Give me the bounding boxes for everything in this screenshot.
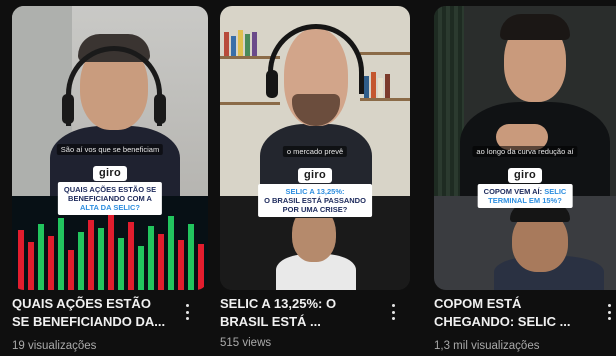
giro-logo: giro (508, 168, 542, 183)
thumbnail-bookshelf-frame: o mercado prevê giro (220, 6, 410, 196)
kebab-icon[interactable] (182, 304, 192, 320)
video-caption: o mercado prevê (282, 146, 348, 157)
video-thumbnail[interactable]: o mercado prevê giro SELIC A 13,25%: O B… (220, 6, 410, 290)
video-title[interactable]: QUAIS AÇÕES ESTÃO SE BENEFICIANDO DA... (12, 295, 180, 331)
kebab-icon[interactable] (604, 304, 614, 320)
video-thumbnail[interactable]: São aí vos que se beneficiam giro QUAIS … (12, 6, 208, 290)
video-title[interactable]: SELIC A 13,25%: O BRASIL ESTÁ ... (220, 295, 385, 331)
video-card-3[interactable]: ao longo da curva redução aí giro COPOM … (434, 0, 616, 356)
thumbnail-webcam-frame: São aí vos que se beneficiam giro (12, 6, 208, 196)
video-caption: São aí vos que se beneficiam (56, 144, 164, 155)
thumbnail-portrait-frame (434, 196, 616, 290)
thumbnail-headline: COPOM VEM AÍ: SELIC TERMINAL EM 15%? (477, 184, 573, 208)
thumbnail-headline: SELIC A 13,25%: O BRASIL ESTÁ PASSANDO P… (258, 184, 372, 217)
view-count: 1,3 mil visualizações (434, 340, 540, 352)
headset-icon (268, 24, 364, 94)
giro-logo: giro (93, 166, 127, 181)
thumbnail-headline: QUAIS AÇÕES ESTÃO SE BENEFICIANDO COM A … (57, 182, 163, 215)
view-count: 19 visualizações (12, 340, 97, 352)
presenter-hair (500, 14, 570, 40)
video-thumbnail[interactable]: ao longo da curva redução aí giro COPOM … (434, 6, 616, 290)
view-count: 515 views (220, 337, 272, 349)
video-caption: ao longo da curva redução aí (472, 146, 578, 157)
thumbnail-studio-frame: ao longo da curva redução aí giro (434, 6, 616, 196)
giro-logo: giro (298, 168, 332, 183)
video-card-1[interactable]: São aí vos que se beneficiam giro QUAIS … (12, 0, 208, 356)
video-title[interactable]: COPOM ESTÁ CHEGANDO: SELIC ... (434, 295, 590, 331)
kebab-icon[interactable] (388, 304, 398, 320)
video-card-2[interactable]: o mercado prevê giro SELIC A 13,25%: O B… (220, 0, 410, 356)
